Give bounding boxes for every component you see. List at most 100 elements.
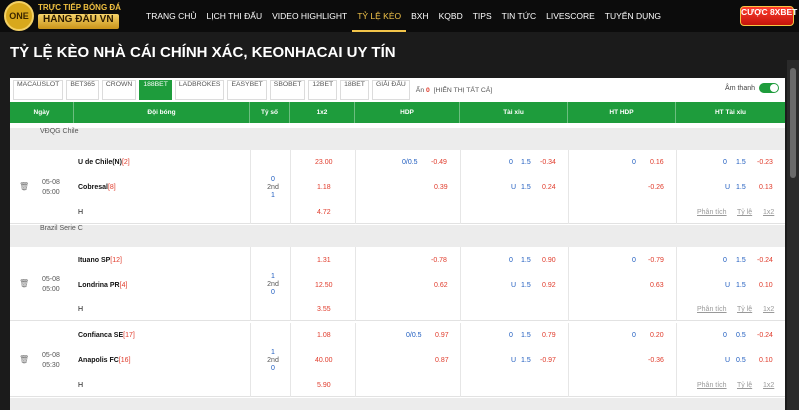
- odds-link[interactable]: Tỷ lệ: [737, 306, 752, 313]
- hdp-home-odds[interactable]: 0.97: [435, 332, 449, 339]
- ou-over-odds[interactable]: 0.90: [542, 257, 556, 264]
- menu-item-tips[interactable]: TIPS: [468, 0, 497, 32]
- analysis-link[interactable]: Phân tích: [697, 382, 727, 389]
- ht-hdp-away-odds[interactable]: -0.36: [648, 357, 664, 364]
- menu-item-careers[interactable]: TUYỂN DỤNG: [600, 0, 666, 32]
- odds-1x2-home[interactable]: 23.00: [315, 159, 333, 166]
- ht-ou-line: 1.5: [736, 159, 746, 166]
- ht-hdp-away-odds[interactable]: -0.26: [648, 184, 664, 191]
- trash-icon[interactable]: 🗑: [19, 355, 29, 364]
- ou-over-odds[interactable]: 0.79: [542, 332, 556, 339]
- odds-1x2-home[interactable]: 1.31: [317, 257, 331, 264]
- tab-easybet[interactable]: EASYBET: [227, 80, 267, 100]
- ou-line: 1.5: [521, 159, 531, 166]
- tab-sbobet[interactable]: SBOBET: [269, 80, 306, 100]
- odds-1x2-away[interactable]: 40.00: [315, 357, 333, 364]
- ht-ou-over-odds[interactable]: -0.23: [757, 159, 773, 166]
- sound-toggle[interactable]: [759, 83, 779, 93]
- league-header-partial[interactable]: [10, 398, 785, 410]
- trash-icon[interactable]: 🗑: [19, 182, 29, 191]
- draw-label: H: [78, 382, 84, 389]
- logo-subtitle: HÀNG ĐẦU VN: [38, 14, 119, 29]
- score-home: 0: [271, 176, 275, 183]
- ht-hdp-home-odds[interactable]: 0.16: [650, 159, 664, 166]
- away-team[interactable]: Cobresal[8]: [78, 184, 116, 191]
- match-datetime: 05-08 05:30: [42, 351, 60, 371]
- odds-1x2-away[interactable]: 12.50: [315, 282, 333, 289]
- home-team[interactable]: Ituano SP[12]: [78, 257, 122, 264]
- logo-tagline: TRỰC TIẾP BÓNG ĐÁ: [38, 3, 121, 12]
- hdp-home-odds[interactable]: -0.78: [431, 257, 447, 264]
- odds-1x2-away[interactable]: 1.18: [317, 184, 331, 191]
- menu-item-livescore[interactable]: LIVESCORE: [541, 0, 600, 32]
- tab-macauslot[interactable]: MACAUSLOT: [13, 80, 64, 100]
- ou-under-prefix: U: [511, 357, 517, 364]
- draw-label: H: [78, 306, 84, 313]
- hdp-away-odds[interactable]: 0.39: [434, 184, 448, 191]
- ou-line-prefix: 0: [509, 159, 513, 166]
- menu-item-schedule[interactable]: LỊCH THI ĐẤU: [202, 0, 268, 32]
- away-team-name: Cobresal: [78, 184, 108, 191]
- site-logo[interactable]: ONE TRỰC TIẾP BÓNG ĐÁ HÀNG ĐẦU VN: [4, 1, 144, 31]
- ou-under-odds[interactable]: 0.92: [542, 282, 556, 289]
- logo-ball-icon: ONE: [4, 1, 34, 31]
- tab-bet365[interactable]: BET365: [66, 80, 99, 100]
- page-scrollbar[interactable]: [787, 60, 799, 410]
- ht-hdp-home-odds[interactable]: 0.20: [650, 332, 664, 339]
- show-all-link[interactable]: [HIỂN THỊ TẤT CẢ]: [434, 87, 493, 94]
- x12-link[interactable]: 1x2: [763, 382, 774, 389]
- home-team[interactable]: U de Chile(N)[2]: [78, 159, 130, 166]
- ou-over-odds[interactable]: -0.34: [540, 159, 556, 166]
- x12-link[interactable]: 1x2: [763, 306, 774, 313]
- hdp-away-odds[interactable]: 0.87: [435, 357, 449, 364]
- tab-crown[interactable]: CROWN: [101, 80, 137, 100]
- menu-item-home[interactable]: TRANG CHỦ: [141, 0, 202, 32]
- score-home: 1: [271, 349, 275, 356]
- analysis-link[interactable]: Phân tích: [697, 306, 727, 313]
- trash-icon[interactable]: 🗑: [19, 279, 29, 288]
- odds-1x2-draw[interactable]: 4.72: [317, 209, 331, 216]
- tab-18bet[interactable]: 18BET: [340, 80, 369, 100]
- tab-leagues[interactable]: GIẢI ĐẤU: [371, 80, 410, 100]
- menu-item-results[interactable]: KQBD: [434, 0, 468, 32]
- hdp-home-odds[interactable]: -0.49: [431, 159, 447, 166]
- odds-1x2-draw[interactable]: 5.90: [317, 382, 331, 389]
- league-header[interactable]: Brazil Serie C: [10, 225, 785, 247]
- draw-label: H: [78, 209, 84, 216]
- odds-1x2-home[interactable]: 1.08: [317, 332, 331, 339]
- score-away: 1: [271, 192, 275, 199]
- home-team-name: Ituano SP: [78, 257, 111, 264]
- league-header[interactable]: VĐQG Chile: [10, 128, 785, 150]
- ou-under-line: 1.5: [521, 184, 531, 191]
- odds-link[interactable]: Tỷ lệ: [737, 209, 752, 216]
- scrollbar-thumb[interactable]: [790, 68, 796, 178]
- ht-ou-line: 1.5: [736, 257, 746, 264]
- ht-ou-over-odds[interactable]: -0.24: [757, 257, 773, 264]
- home-team[interactable]: Confianca SE[17]: [78, 332, 135, 339]
- sound-setting: Âm thanh: [725, 83, 779, 93]
- x12-link[interactable]: 1x2: [763, 209, 774, 216]
- bet-cta-button[interactable]: CƯỢC 8XBET: [740, 6, 797, 26]
- ou-under-odds[interactable]: 0.24: [542, 184, 556, 191]
- tab-ladbrokes[interactable]: LADBROKES: [174, 80, 225, 100]
- ht-ou-over-odds[interactable]: -0.24: [757, 332, 773, 339]
- away-team[interactable]: Anapolis FC[16]: [78, 357, 131, 364]
- tab-12bet[interactable]: 12BET: [308, 80, 338, 100]
- ou-under-odds[interactable]: -0.97: [540, 357, 556, 364]
- menu-item-video-highlight[interactable]: VIDEO HIGHLIGHT: [267, 0, 352, 32]
- score-away: 0: [271, 289, 275, 296]
- away-team[interactable]: Londrina PR[4]: [78, 282, 127, 289]
- ht-ou-under-odds[interactable]: 0.10: [759, 357, 773, 364]
- menu-item-standings[interactable]: BXH: [406, 0, 433, 32]
- hdp-away-odds[interactable]: 0.62: [434, 282, 448, 289]
- menu-item-odds[interactable]: TỶ LỆ KÈO: [352, 0, 407, 32]
- tab-188bet[interactable]: 188BET: [139, 80, 172, 100]
- ht-hdp-away-odds[interactable]: 0.63: [650, 282, 664, 289]
- odds-1x2-draw[interactable]: 3.55: [317, 306, 331, 313]
- analysis-link[interactable]: Phân tích: [697, 209, 727, 216]
- ht-ou-under-odds[interactable]: 0.13: [759, 184, 773, 191]
- odds-link[interactable]: Tỷ lệ: [737, 382, 752, 389]
- ht-hdp-home-odds[interactable]: -0.79: [648, 257, 664, 264]
- menu-item-news[interactable]: TIN TỨC: [497, 0, 542, 32]
- ht-ou-under-odds[interactable]: 0.10: [759, 282, 773, 289]
